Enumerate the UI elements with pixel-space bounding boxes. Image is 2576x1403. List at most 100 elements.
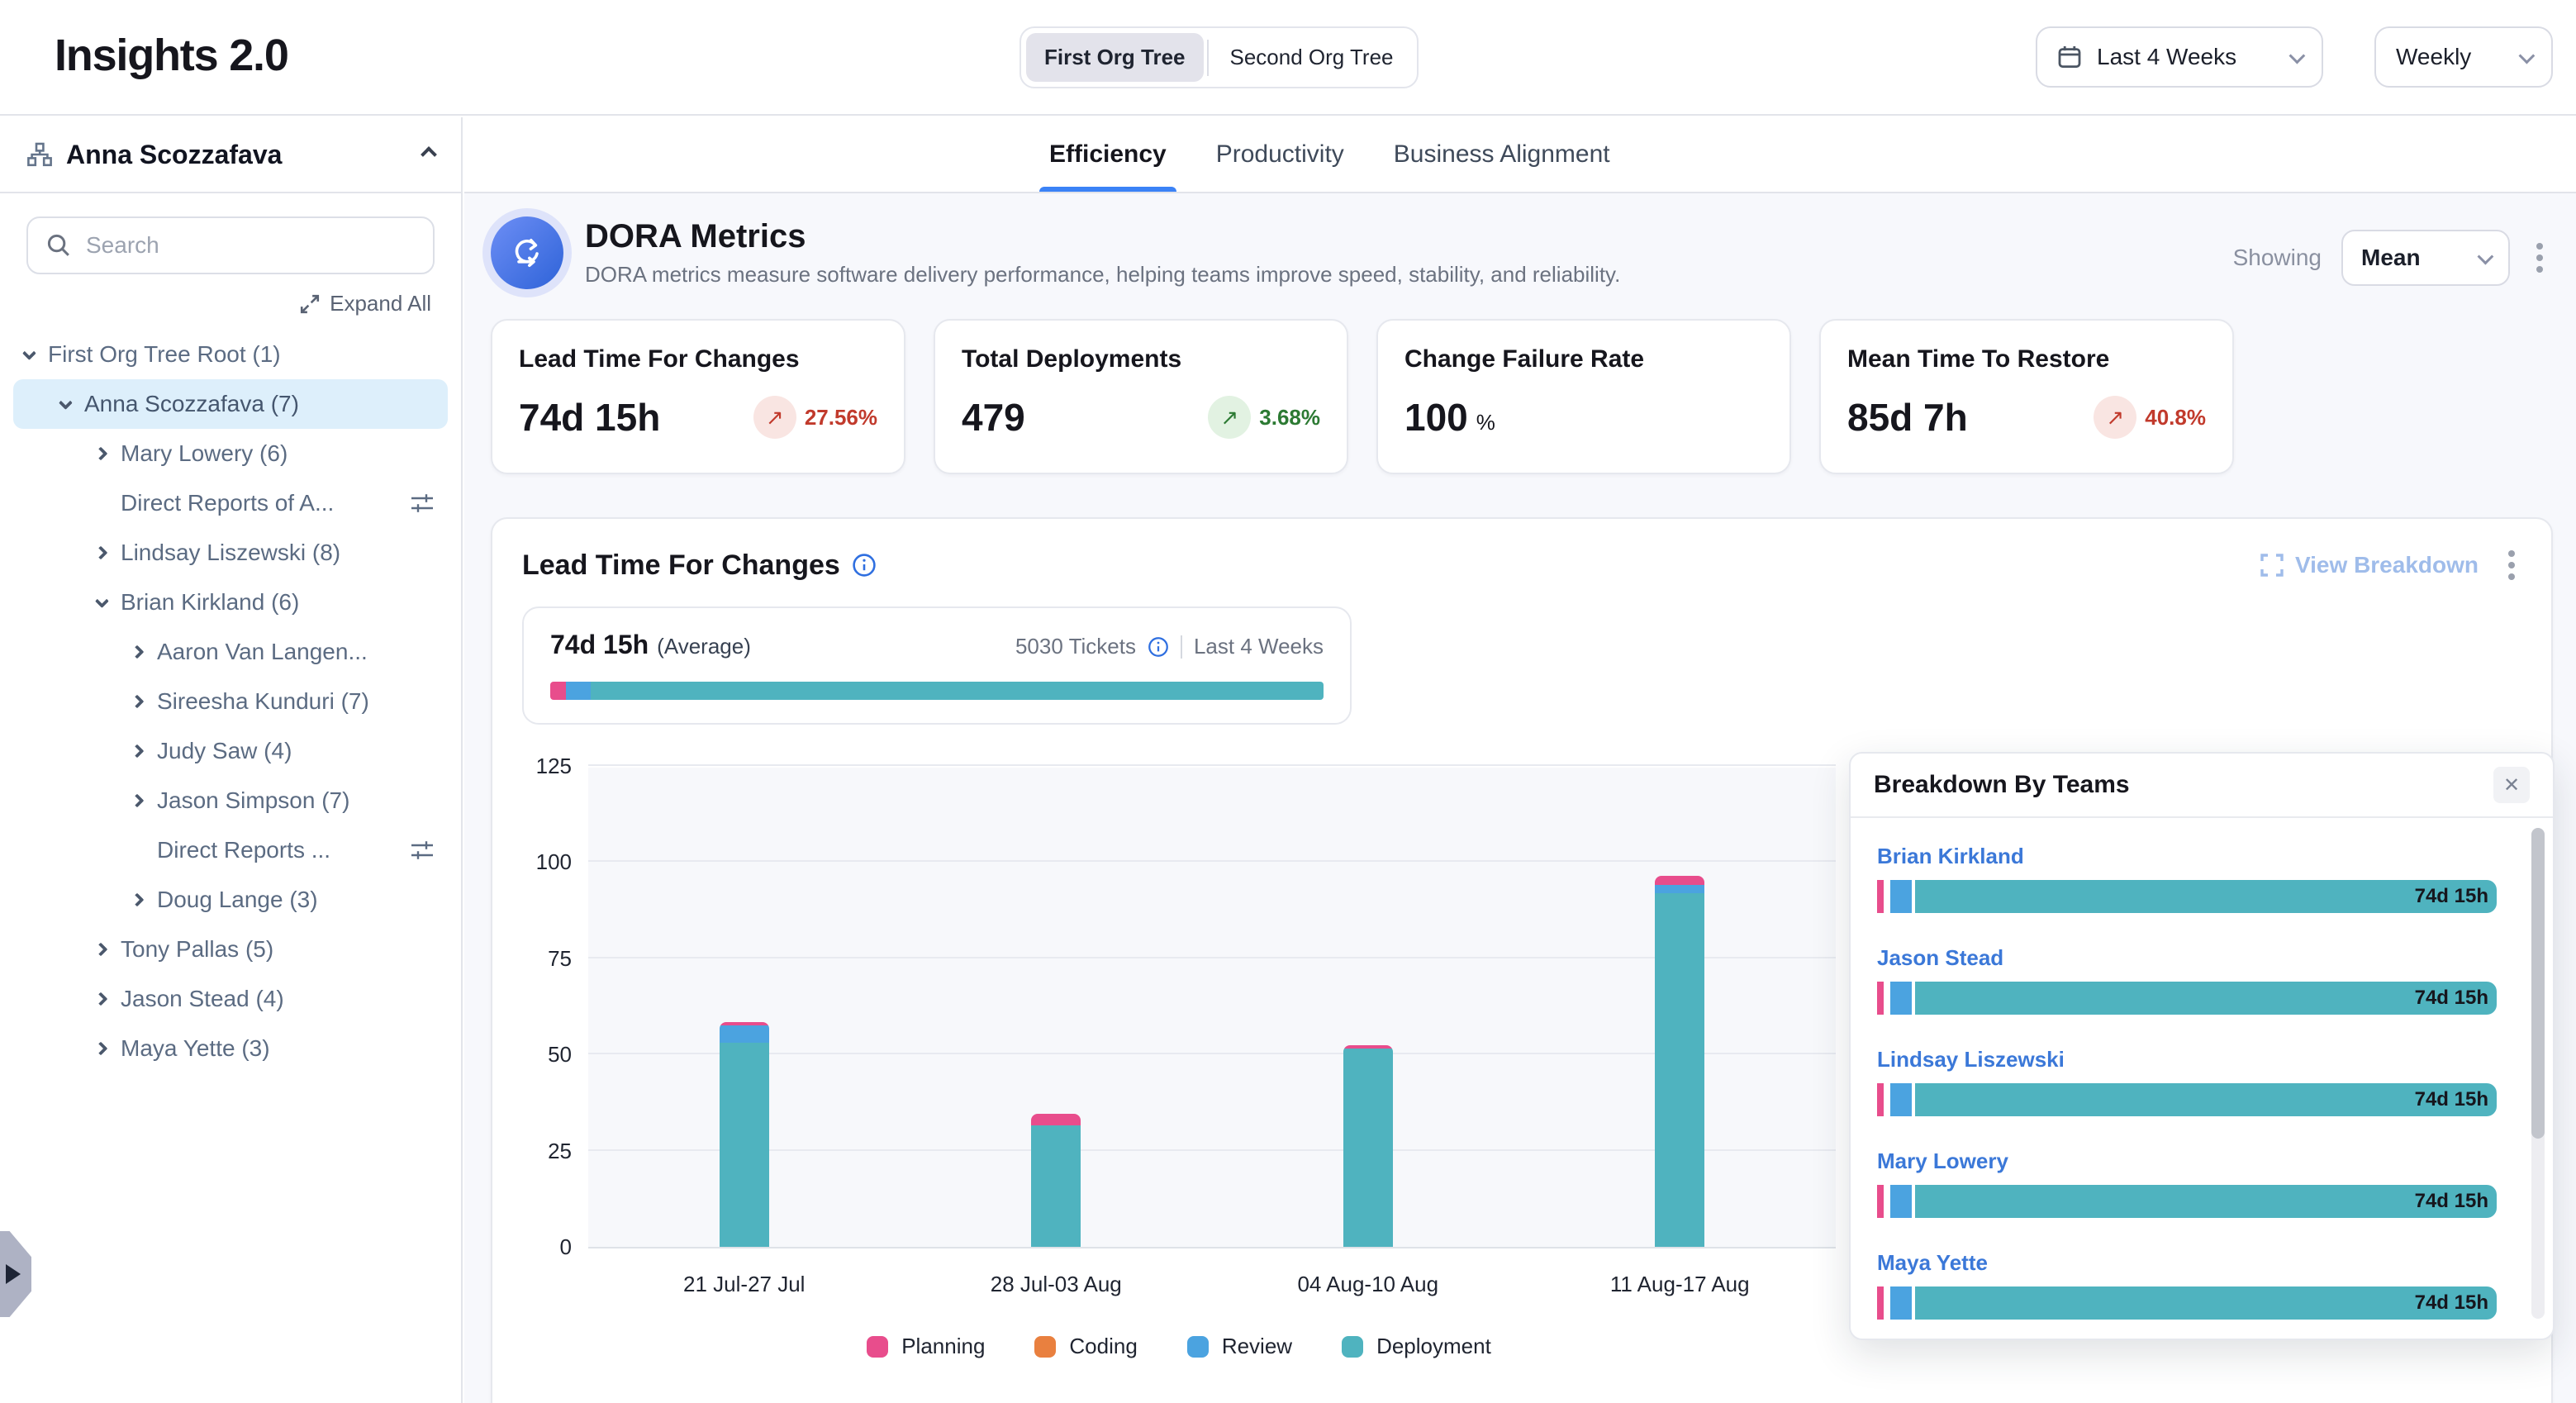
breakdown-value: 74d 15h [2415, 987, 2488, 1010]
summary-segment-planning [550, 682, 566, 700]
date-range-select[interactable]: Last 4 Weeks [2036, 26, 2323, 88]
bar-segment-planning [1877, 880, 1884, 913]
chevron-right-icon[interactable] [131, 645, 145, 659]
chart-bar[interactable] [1031, 1114, 1081, 1247]
chart-bar[interactable] [1343, 1045, 1393, 1247]
breakdown-team-link[interactable]: Jason Stead [1877, 945, 2003, 971]
breakdown-row: Brian Kirkland 74d 15h [1877, 839, 2517, 913]
chevron-right-icon[interactable] [131, 893, 145, 907]
tab-productivity[interactable]: Productivity [1216, 117, 1344, 192]
breakdown-bar[interactable]: 74d 15h [1877, 1185, 2517, 1218]
tree-item[interactable]: Doug Lange (3) [13, 875, 448, 925]
tree-item[interactable]: Anna Scozzafava (7) [13, 379, 448, 429]
chart-bar[interactable] [720, 1022, 769, 1247]
bar-segment-deployment [1343, 1049, 1393, 1247]
tree-item[interactable]: Aaron Van Langen... [13, 627, 448, 677]
bar-segment-review [1890, 1286, 1912, 1320]
summary-average-label: (Average) [657, 634, 751, 659]
breakdown-team-link[interactable]: Maya Yette [1877, 1250, 1988, 1276]
sidebar-header[interactable]: Anna Scozzafava [0, 117, 461, 193]
breakdown-team-link[interactable]: Brian Kirkland [1877, 844, 2024, 869]
tree-item[interactable]: Sireesha Kunduri (7) [13, 677, 448, 726]
tree-item[interactable]: Jason Simpson (7) [13, 776, 448, 825]
bar-segment-deployment: 74d 15h [1915, 1083, 2497, 1116]
tree-item[interactable]: Tony Pallas (5) [13, 925, 448, 974]
bar-segment-deployment: 74d 15h [1915, 982, 2497, 1015]
breakdown-value: 74d 15h [2415, 1190, 2488, 1213]
top-bar: Insights 2.0 First Org Tree Second Org T… [0, 0, 2576, 116]
y-axis-tick: 50 [522, 1042, 572, 1068]
summary-range: Last 4 Weeks [1194, 634, 1324, 659]
gridline [588, 1053, 1836, 1054]
first-org-tree-button[interactable]: First Org Tree [1026, 33, 1204, 82]
legend-item-review[interactable]: Review [1187, 1334, 1292, 1359]
legend-item-planning[interactable]: Planning [867, 1334, 985, 1359]
metric-delta-badge: ↗ 27.56% [753, 396, 877, 439]
chevron-right-icon[interactable] [131, 695, 145, 709]
legend-item-coding[interactable]: Coding [1034, 1334, 1137, 1359]
chevron-right-icon[interactable] [131, 794, 145, 808]
app-title: Insights 2.0 [55, 30, 288, 81]
org-chart-icon [26, 141, 53, 168]
chart-bar[interactable] [1655, 876, 1704, 1247]
granularity-select[interactable]: Weekly [2374, 26, 2553, 88]
breakdown-bar[interactable]: 74d 15h [1877, 1286, 2517, 1320]
close-icon[interactable]: ✕ [2493, 767, 2530, 803]
tab-efficiency[interactable]: Efficiency [1049, 117, 1167, 192]
tree-item[interactable]: Lindsay Liszewski (8) [13, 528, 448, 578]
breakdown-team-link[interactable]: Lindsay Liszewski [1877, 1047, 2065, 1072]
breakdown-row: Maya Yette 74d 15h [1877, 1246, 2517, 1320]
filter-icon[interactable] [410, 492, 435, 515]
breakdown-bar[interactable]: 74d 15h [1877, 880, 2517, 913]
breakdown-bar[interactable]: 74d 15h [1877, 1083, 2517, 1116]
bar-segment-deployment [720, 1043, 769, 1247]
tree-item[interactable]: Brian Kirkland (6) [13, 578, 448, 627]
tree-item[interactable]: Mary Lowery (6) [13, 429, 448, 478]
bar-segment-deployment [1031, 1125, 1081, 1247]
tree-item[interactable]: Direct Reports ... [13, 825, 448, 875]
view-breakdown-link[interactable]: View Breakdown [2260, 552, 2479, 578]
chevron-right-icon[interactable] [131, 744, 145, 759]
tab-business-alignment[interactable]: Business Alignment [1394, 117, 1610, 192]
chevron-right-icon[interactable] [94, 1042, 108, 1056]
chevron-right-icon[interactable] [94, 447, 108, 461]
breakdown-bar[interactable]: 74d 15h [1877, 982, 2517, 1015]
breakdown-row: Lindsay Liszewski 74d 15h [1877, 1043, 2517, 1116]
metric-card-value: 479 [962, 395, 1025, 440]
search-input[interactable] [86, 232, 415, 259]
info-icon[interactable] [1148, 636, 1169, 658]
scrollbar-thumb[interactable] [2531, 828, 2545, 1139]
expand-all-link[interactable]: Expand All [300, 291, 431, 316]
tree-item[interactable]: Maya Yette (3) [13, 1024, 448, 1073]
breakdown-team-link[interactable]: Mary Lowery [1877, 1149, 2008, 1174]
tree-item[interactable]: Judy Saw (4) [13, 726, 448, 776]
tree-item[interactable]: Jason Stead (4) [13, 974, 448, 1024]
tree-item[interactable]: First Org Tree Root (1) [13, 330, 448, 379]
bar-segment-planning [1031, 1114, 1081, 1125]
metric-card-title: Total Deployments [962, 345, 1320, 373]
chevron-down-icon[interactable] [59, 396, 73, 410]
bar-segment-deployment: 74d 15h [1915, 1185, 2497, 1218]
second-org-tree-button[interactable]: Second Org Tree [1212, 33, 1412, 82]
chevron-down-icon[interactable] [22, 346, 36, 360]
lead-time-menu-button[interactable] [2502, 544, 2521, 587]
tree-item[interactable]: Direct Reports of A... [13, 478, 448, 528]
chevron-right-icon[interactable] [94, 992, 108, 1006]
chevron-up-icon[interactable] [421, 146, 437, 163]
dora-menu-button[interactable] [2530, 236, 2550, 279]
metric-card-suffix: % [1476, 410, 1495, 435]
legend-item-deployment[interactable]: Deployment [1342, 1334, 1491, 1359]
chevron-down-icon[interactable] [95, 594, 109, 608]
summary-segment-deployment [591, 682, 1324, 700]
showing-select[interactable]: Mean [2341, 230, 2510, 286]
chevron-right-icon[interactable] [94, 546, 108, 560]
arrow-up-right-icon: ↗ [2094, 396, 2136, 439]
filter-icon[interactable] [410, 839, 435, 862]
info-icon[interactable] [852, 553, 877, 578]
legend-label: Planning [901, 1334, 985, 1359]
tree-item-label: Mary Lowery (6) [121, 440, 288, 467]
chevron-right-icon[interactable] [94, 943, 108, 957]
lead-time-card: Lead Time For Changes [491, 517, 2553, 1403]
breakdown-title: Breakdown By Teams [1874, 771, 2130, 799]
metric-delta-value: 27.56% [805, 405, 877, 430]
